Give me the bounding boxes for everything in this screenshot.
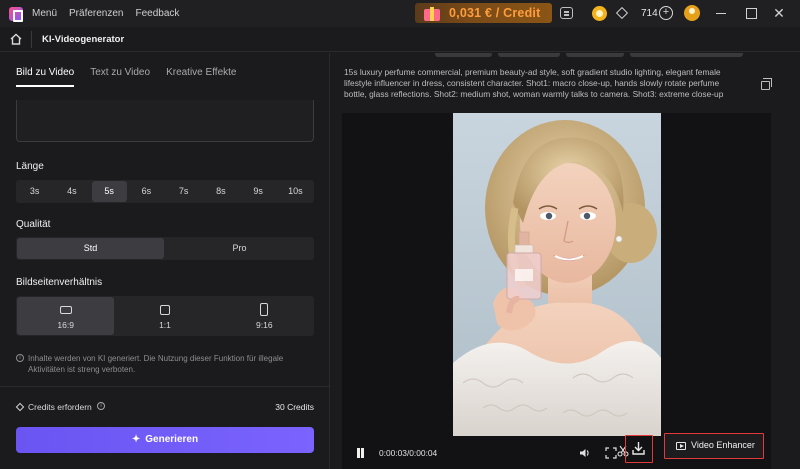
diamond-icon — [615, 6, 629, 20]
preferences-button[interactable]: Präferenzen — [69, 8, 123, 19]
aspect-option-label: 16:9 — [57, 320, 74, 330]
panel-divider — [0, 386, 330, 387]
page-header: KI-Videogenerator — [0, 27, 800, 52]
quality-selector: Std Pro — [16, 237, 314, 260]
menu-button[interactable]: Menü — [32, 8, 57, 19]
video-preview-image — [453, 113, 661, 436]
download-button[interactable] — [625, 435, 653, 463]
home-icon[interactable] — [9, 32, 23, 46]
tab-image-to-video[interactable]: Bild zu Video — [16, 67, 75, 87]
video-frame — [453, 113, 661, 436]
title-bar: Menü Präferenzen Feedback 0,031 € / Cred… — [0, 0, 800, 27]
mode-tabs: Bild zu Video Text zu Video Kreative Eff… — [16, 67, 252, 87]
length-option-3s[interactable]: 3s — [17, 181, 52, 202]
toolbar-chip[interactable] — [566, 53, 624, 57]
aspect-ratio-selector: 16:9 1:1 9:16 — [16, 296, 314, 336]
aspect-ratio-label: Bildseitenverhältnis — [16, 277, 103, 288]
length-option-5s[interactable]: 5s — [91, 181, 127, 202]
page-title: KI-Videogenerator — [42, 34, 125, 45]
video-player[interactable]: 0:00:03/0:00:04 — [342, 113, 771, 469]
square-icon — [159, 305, 170, 315]
quality-option-pro[interactable]: Pro — [166, 238, 313, 259]
app-logo-icon — [9, 6, 23, 22]
tab-creative-effects[interactable]: Kreative Effekte — [166, 67, 236, 87]
feedback-button[interactable]: Feedback — [136, 8, 180, 19]
landscape-icon — [59, 306, 72, 314]
video-enhance-icon — [676, 442, 686, 450]
portrait-icon — [260, 303, 269, 316]
aspect-option-9-16[interactable]: 9:16 — [216, 297, 313, 335]
preview-panel: 15s luxury perfume commercial, premium b… — [331, 53, 800, 469]
ai-notice: i Inhalte werden von KI generiert. Die N… — [16, 353, 314, 375]
credits-required-label: Credits erfordern — [28, 402, 92, 412]
aspect-option-label: 1:1 — [159, 320, 171, 330]
length-option-4s[interactable]: 4s — [54, 181, 89, 202]
length-option-8s[interactable]: 8s — [203, 181, 238, 202]
settings-panel: Bild zu Video Text zu Video Kreative Eff… — [0, 53, 330, 469]
credit-offer-banner[interactable]: 0,031 € / Credit — [415, 3, 552, 23]
generate-button-label: Generieren — [145, 434, 199, 445]
tab-text-to-video[interactable]: Text zu Video — [90, 67, 150, 87]
length-selector: 3s 4s 5s 6s 7s 8s 9s 10s — [16, 180, 314, 203]
add-credits-icon[interactable]: + — [659, 6, 673, 20]
toolbar-chip[interactable] — [435, 53, 492, 57]
length-option-6s[interactable]: 6s — [129, 181, 164, 202]
toolbar-chip[interactable] — [630, 53, 743, 57]
length-option-10s[interactable]: 10s — [278, 181, 313, 202]
ai-notice-text: Inhalte werden von KI generiert. Die Nut… — [28, 354, 284, 374]
diamond-icon — [15, 402, 25, 412]
message-icon[interactable] — [560, 7, 573, 19]
coin-icon[interactable] — [592, 6, 607, 21]
close-button[interactable]: ✕ — [771, 5, 787, 21]
credit-offer-text: 0,031 € / Credit — [449, 6, 541, 20]
prompt-input-area[interactable] — [16, 100, 314, 142]
maximize-button[interactable] — [743, 5, 759, 21]
sparkle-icon: ✦ — [131, 434, 141, 445]
volume-icon[interactable] — [579, 447, 591, 459]
download-icon — [632, 442, 645, 455]
toolbar-chip[interactable] — [498, 53, 560, 57]
length-option-7s[interactable]: 7s — [166, 181, 201, 202]
gift-icon — [421, 4, 443, 22]
pause-icon[interactable] — [356, 448, 364, 458]
prompt-preview-text: 15s luxury perfume commercial, premium b… — [344, 67, 724, 101]
credits-required-row: Credits erfordern i 30 Credits — [15, 401, 314, 415]
credits-required-value: 30 Credits — [275, 402, 314, 412]
generate-button[interactable]: ✦ Generieren — [16, 427, 314, 453]
video-enhancer-label: Video Enhancer — [691, 440, 755, 450]
copy-icon[interactable] — [761, 78, 772, 90]
header-divider — [31, 31, 32, 48]
info-icon[interactable]: i — [97, 402, 105, 410]
length-option-9s[interactable]: 9s — [241, 181, 276, 202]
length-label: Länge — [16, 161, 44, 172]
timecode: 0:00:03/0:00:04 — [379, 448, 438, 458]
avatar[interactable] — [684, 5, 700, 21]
video-enhancer-button[interactable]: Video Enhancer — [664, 433, 764, 459]
credit-balance: 714 — [641, 8, 658, 19]
aspect-option-16-9[interactable]: 16:9 — [17, 297, 115, 335]
quality-label: Qualität — [16, 219, 51, 230]
minimize-button[interactable] — [713, 5, 729, 21]
info-icon: i — [16, 354, 24, 362]
aspect-option-label: 9:16 — [256, 320, 273, 330]
aspect-option-1-1[interactable]: 1:1 — [116, 297, 213, 335]
quality-option-std[interactable]: Std — [17, 238, 164, 259]
